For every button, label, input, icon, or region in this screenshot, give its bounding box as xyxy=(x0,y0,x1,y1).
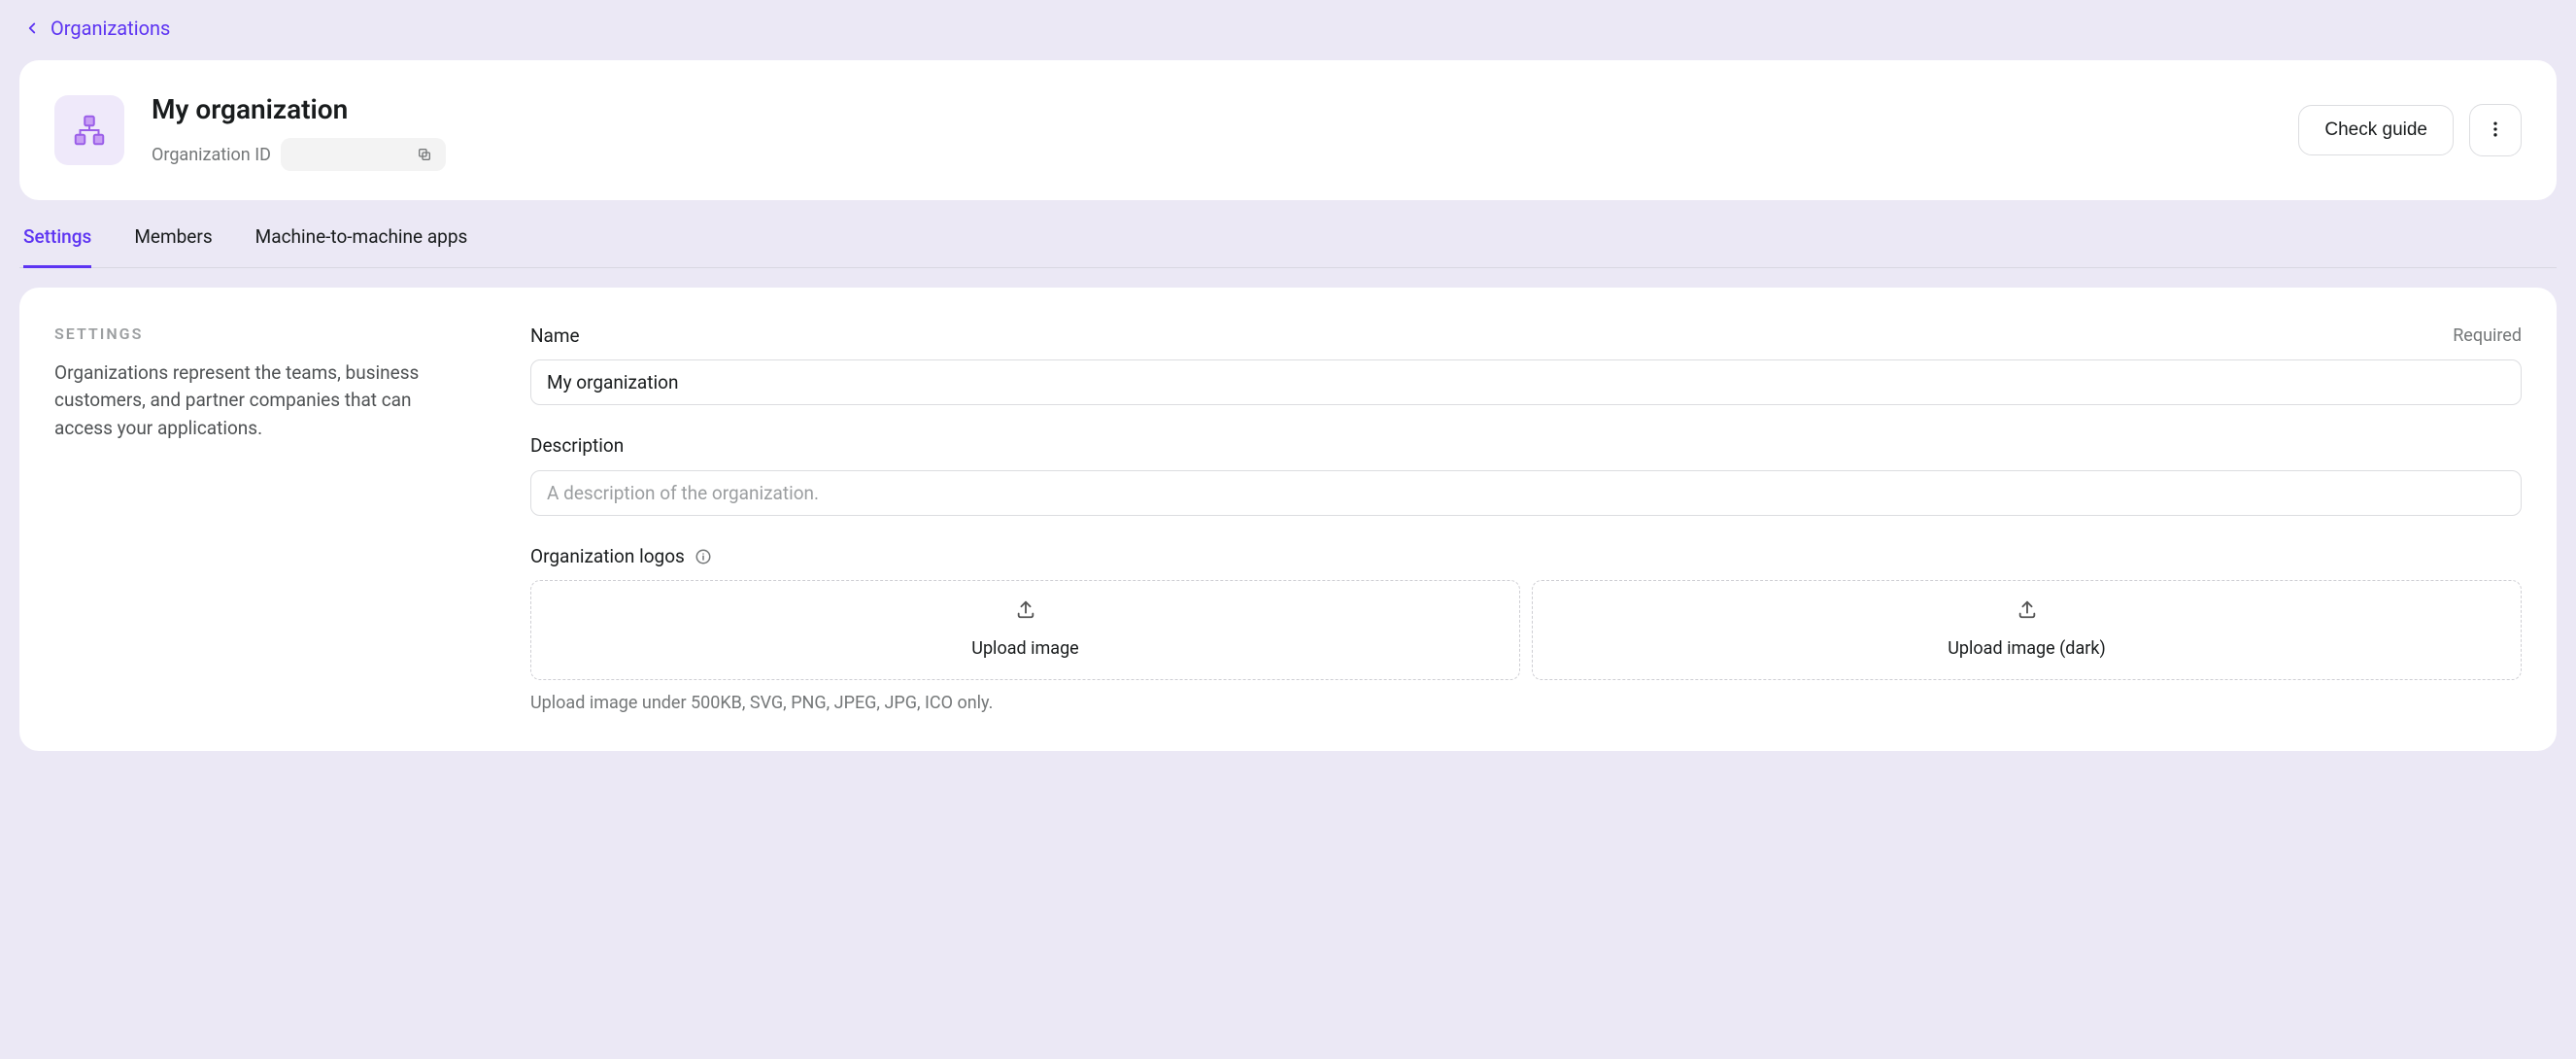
upload-image-dark-label: Upload image (dark) xyxy=(1948,635,2106,662)
breadcrumb-link-organizations[interactable]: Organizations xyxy=(51,14,170,43)
settings-section-heading: SETTINGS xyxy=(54,323,472,346)
upload-image-light-label: Upload image xyxy=(971,635,1078,662)
description-label: Description xyxy=(530,432,624,461)
logos-label: Organization logos xyxy=(530,543,685,571)
upload-icon xyxy=(2017,598,2038,628)
description-input[interactable] xyxy=(530,470,2522,516)
settings-section-description: Organizations represent the teams, busin… xyxy=(54,359,472,443)
upload-icon xyxy=(1015,598,1036,628)
tab-m2m-apps[interactable]: Machine-to-machine apps xyxy=(255,223,468,268)
header-card: My organization Organization ID Check gu… xyxy=(19,60,2557,200)
tab-members[interactable]: Members xyxy=(134,223,212,268)
page-title: My organization xyxy=(152,89,2271,130)
chevron-left-icon[interactable] xyxy=(23,19,41,37)
upload-hint: Upload image under 500KB, SVG, PNG, JPEG… xyxy=(530,690,2522,716)
org-id-label: Organization ID xyxy=(152,142,271,168)
breadcrumb: Organizations xyxy=(19,0,2557,60)
tab-settings[interactable]: Settings xyxy=(23,223,91,268)
org-id-chip xyxy=(281,138,446,171)
name-required-badge: Required xyxy=(2453,323,2522,349)
name-input[interactable] xyxy=(530,359,2522,405)
more-actions-button[interactable] xyxy=(2469,104,2522,156)
tabs: Settings Members Machine-to-machine apps xyxy=(19,200,2557,268)
check-guide-button[interactable]: Check guide xyxy=(2298,105,2454,155)
upload-image-dark[interactable]: Upload image (dark) xyxy=(1532,580,2522,680)
upload-image-light[interactable]: Upload image xyxy=(530,580,1520,680)
organization-icon xyxy=(54,95,124,165)
copy-icon[interactable] xyxy=(417,147,432,162)
name-label: Name xyxy=(530,323,580,351)
settings-panel: SETTINGS Organizations represent the tea… xyxy=(19,288,2557,752)
more-vertical-icon xyxy=(2486,120,2505,142)
info-icon[interactable] xyxy=(695,548,712,565)
